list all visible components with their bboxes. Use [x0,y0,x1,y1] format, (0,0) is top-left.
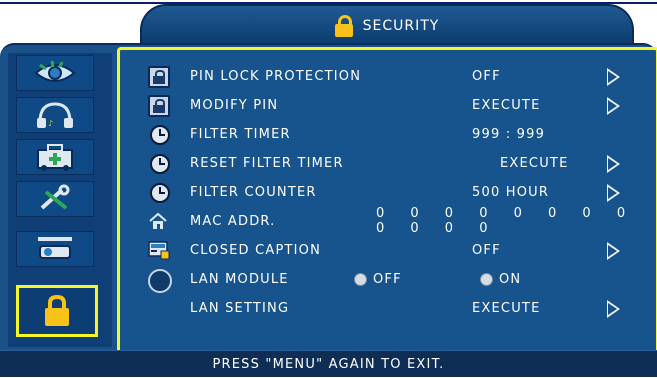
lan-setting-label: LAN SETTING [190,300,290,316]
globe-icon [148,269,172,293]
projector-icon [38,237,72,259]
lan-on-option[interactable]: ON [480,272,521,287]
menu-title: SECURITY [362,18,440,34]
filter-counter-value: 500 HOUR [472,184,550,200]
sidebar-tab-audio[interactable]: ♪ [16,97,94,133]
sidebar-tab-projector[interactable] [16,231,94,267]
lock-icon [148,95,170,117]
reset-filter-timer-value: EXECUTE [500,155,569,171]
footer-hint: PRESS "MENU" AGAIN TO EXIT. [0,350,657,377]
sidebar-tab-setting[interactable] [16,139,94,175]
row-filter-counter[interactable]: FILTER COUNTER 500 HOUR [120,179,656,205]
wrench-icon [40,184,70,210]
arrow-right-icon[interactable] [607,300,620,318]
mac-addr-value: 0 0 0 0 0 0 0 0 0 0 0 0 [376,206,637,236]
mac-addr-label: MAC ADDR. [190,213,276,229]
filter-timer-label: FILTER TIMER [190,126,291,142]
lan-off-option[interactable]: OFF [354,272,402,287]
row-modify-pin[interactable]: MODIFY PIN EXECUTE [120,92,656,118]
arrow-right-icon[interactable] [607,97,620,115]
row-pin-lock-protection[interactable]: PIN LOCK PROTECTION OFF [120,63,656,89]
menu-title-tab: SECURITY [140,4,634,46]
row-mac-addr: MAC ADDR. 0 0 0 0 0 0 0 0 0 0 0 0 [120,206,656,236]
arrow-right-icon[interactable] [607,242,620,260]
lan-off-label: OFF [373,271,402,287]
sidebar-tab-tools[interactable] [16,181,94,217]
row-reset-filter-timer[interactable]: RESET FILTER TIMER EXECUTE [120,150,656,176]
filter-counter-label: FILTER COUNTER [190,184,317,200]
lock-icon [148,66,170,88]
svg-text:♪: ♪ [48,119,53,128]
arrow-right-icon[interactable] [607,155,620,173]
sidebar-tab-security[interactable] [16,285,98,337]
sidebar-tab-image[interactable] [16,55,94,91]
row-filter-timer: FILTER TIMER 999 : 999 [120,121,656,147]
pin-lock-value: OFF [472,68,501,84]
lan-setting-value: EXECUTE [472,300,541,316]
row-closed-caption[interactable]: CLOSED CAPTION OFF [120,237,656,263]
home-icon [148,211,170,231]
row-lan-setting[interactable]: LAN SETTING EXECUTE [120,295,656,321]
headphones-icon: ♪ [37,102,73,128]
clock-icon [148,182,170,203]
filter-timer-value: 999 : 999 [472,126,546,142]
clock-icon [148,153,170,174]
lock-icon [334,15,353,37]
arrow-right-icon[interactable] [607,68,620,86]
menu-panel: ♪ PIN LOCK PROTECTION OFF MODIFY PIN EXE… [0,43,657,355]
exit-hint-text: PRESS "MENU" AGAIN TO EXIT. [212,356,445,372]
radio-off[interactable] [354,272,367,286]
row-lan-module: LAN MODULE OFF ON [120,266,656,293]
toolbox-icon [37,144,73,171]
lan-module-label: LAN MODULE [190,271,289,287]
security-settings-panel: PIN LOCK PROTECTION OFF MODIFY PIN EXECU… [117,47,657,355]
pin-lock-label: PIN LOCK PROTECTION [190,68,362,84]
clock-icon [148,124,170,145]
radio-on[interactable] [480,272,493,286]
arrow-right-icon[interactable] [607,184,620,202]
modify-pin-value: EXECUTE [472,97,541,113]
reset-filter-timer-label: RESET FILTER TIMER [190,155,344,171]
modify-pin-label: MODIFY PIN [190,97,279,113]
eye-icon [34,60,76,82]
lock-icon [45,294,69,326]
closed-caption-value: OFF [472,242,501,258]
lan-on-label: ON [499,271,522,287]
closed-caption-label: CLOSED CAPTION [190,242,322,258]
closed-caption-icon [148,240,170,260]
